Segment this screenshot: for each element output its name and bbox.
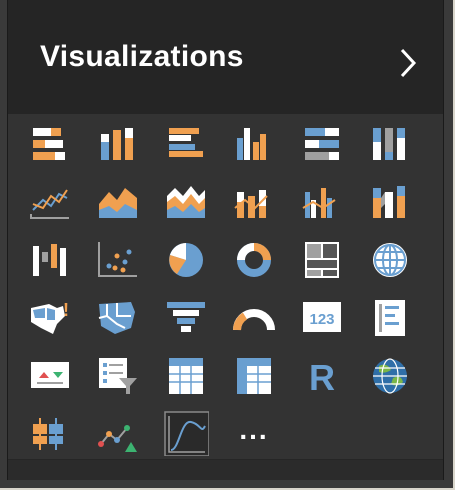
window-frame: Visualizations ! 123 R...: [0, 0, 455, 490]
visual-button-custom-visual[interactable]: [20, 408, 80, 458]
visual-button-funnel[interactable]: [156, 292, 216, 342]
visual-button-table[interactable]: [156, 350, 216, 400]
area-chart-icon: [99, 188, 137, 218]
stacked-area-chart-icon: [167, 186, 205, 218]
waterfall-chart-icon: [33, 244, 66, 276]
visual-button-100-stacked-column-chart[interactable]: [360, 118, 420, 168]
slicer-icon: [99, 358, 137, 394]
visual-button-slicer[interactable]: [88, 350, 148, 400]
line-and-stacked-column-chart-icon: [234, 190, 268, 218]
visual-button-line-dot-chart[interactable]: [88, 408, 148, 458]
visual-button-stacked-area-chart[interactable]: [156, 176, 216, 226]
visual-button-stacked-bar-chart[interactable]: [20, 118, 80, 168]
visual-button-custom-line-visual[interactable]: [156, 408, 216, 458]
100-stacked-column-chart-icon: [373, 128, 405, 160]
clustered-bar-chart-icon: [169, 128, 203, 157]
svg-text:!: !: [63, 300, 69, 320]
visual-button-line-chart[interactable]: [20, 176, 80, 226]
visual-button-card[interactable]: 123: [292, 292, 352, 342]
visual-button-waterfall-chart[interactable]: [20, 234, 80, 284]
visual-button-ribbon-chart[interactable]: [360, 176, 420, 226]
visual-button-area-chart[interactable]: [88, 176, 148, 226]
svg-text:R: R: [309, 357, 335, 398]
visual-button-stacked-column-chart[interactable]: [88, 118, 148, 168]
pie-chart-icon: [169, 243, 203, 277]
table-icon: [169, 358, 203, 394]
funnel-icon: [167, 302, 205, 332]
gauge-icon: [233, 309, 275, 331]
r-script-visual-icon: R: [309, 357, 335, 398]
visual-button-scatter-chart[interactable]: [88, 234, 148, 284]
visual-icon-grid: ! 123 R...: [20, 118, 434, 458]
visual-gallery: ! 123 R...: [8, 114, 443, 459]
visual-button-shape-map[interactable]: [88, 292, 148, 342]
svg-text:123: 123: [309, 311, 334, 328]
chevron-right-icon[interactable]: [396, 46, 420, 80]
visual-button-kpi[interactable]: [20, 350, 80, 400]
visual-button-pie-chart[interactable]: [156, 234, 216, 284]
visual-button-treemap[interactable]: [292, 234, 352, 284]
visual-button-more-options[interactable]: ...: [224, 408, 284, 458]
ribbon-chart-icon: [373, 186, 405, 218]
treemap-icon: [305, 242, 339, 278]
visualizations-pane: Visualizations ! 123 R...: [7, 0, 444, 480]
arcgis-map-icon: [373, 358, 407, 394]
line-and-clustered-column-chart-icon: [302, 188, 336, 218]
visual-button-filled-map[interactable]: !: [20, 292, 80, 342]
visual-button-gauge[interactable]: [224, 292, 284, 342]
matrix-icon: [237, 358, 271, 394]
map-icon: [373, 243, 407, 277]
visual-button-arcgis-map[interactable]: [360, 350, 420, 400]
visual-button-r-script-visual[interactable]: R: [292, 350, 352, 400]
line-chart-icon: [30, 189, 69, 219]
filled-map-icon: !: [31, 300, 69, 334]
pane-title: Visualizations: [40, 40, 244, 73]
visual-button-line-and-stacked-column-chart[interactable]: [224, 176, 284, 226]
visual-button-matrix[interactable]: [224, 350, 284, 400]
multi-row-card-icon: [375, 300, 405, 336]
visual-button-clustered-column-chart[interactable]: [224, 118, 284, 168]
pane-header: Visualizations: [8, 0, 443, 114]
visual-button-clustered-bar-chart[interactable]: [156, 118, 216, 168]
stacked-bar-chart-icon: [33, 128, 65, 160]
scatter-chart-icon: [98, 242, 137, 277]
visual-button-multi-row-card[interactable]: [360, 292, 420, 342]
more-options-icon: ...: [239, 414, 269, 445]
shape-map-icon: [98, 302, 135, 334]
custom-visual-icon: [33, 418, 63, 450]
stacked-column-chart-icon: [101, 128, 133, 160]
card-icon: 123: [303, 302, 341, 332]
clustered-column-chart-icon: [237, 128, 266, 160]
visual-button-donut-chart[interactable]: [224, 234, 284, 284]
visual-button-line-and-clustered-column-chart[interactable]: [292, 176, 352, 226]
100-stacked-bar-chart-icon: [305, 128, 339, 160]
line-dot-chart-icon: [98, 425, 137, 452]
pane-footer: [8, 460, 443, 480]
kpi-icon: [31, 362, 69, 388]
custom-line-visual-icon: [164, 411, 209, 456]
visual-button-map[interactable]: [360, 234, 420, 284]
donut-chart-icon: [237, 243, 271, 277]
visual-button-100-stacked-bar-chart[interactable]: [292, 118, 352, 168]
